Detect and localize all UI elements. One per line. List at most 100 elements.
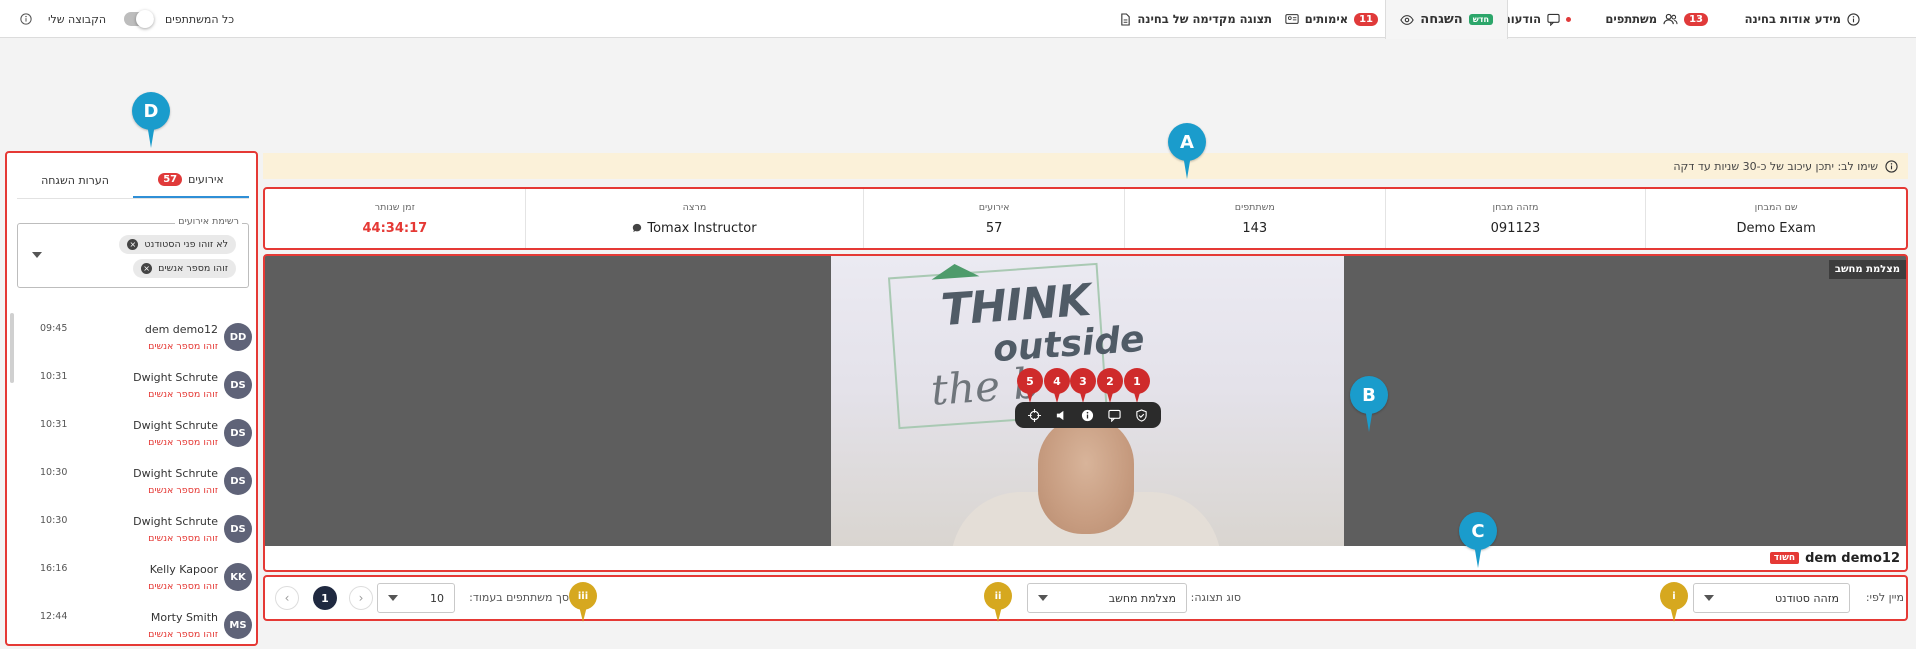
callout-i-tail bbox=[1670, 606, 1678, 622]
sort-by-select[interactable]: מזהה סטודנט bbox=[1693, 583, 1850, 613]
tab-exam-info[interactable]: מידע אודות בחינה bbox=[1745, 0, 1860, 38]
tab-verifications-label: אימותים bbox=[1304, 12, 1349, 26]
exam-info-strip: שם המבחן Demo Exam מזהה מבחן 091123 משתת… bbox=[263, 187, 1908, 250]
chat-icon bbox=[1547, 13, 1560, 26]
event-participant-name: Morty Smith bbox=[150, 611, 218, 624]
shield-check-icon[interactable] bbox=[1132, 405, 1152, 425]
event-participant-name: Kelly Kapoor bbox=[149, 563, 218, 576]
callout-c: C bbox=[1459, 512, 1497, 568]
event-time: 10:30 bbox=[40, 467, 68, 478]
pin-3: 3 bbox=[1070, 368, 1096, 404]
event-type: זוהו מספר אנשים bbox=[148, 389, 218, 400]
speaker-icon[interactable] bbox=[1051, 405, 1071, 425]
current-page-button[interactable]: 1 bbox=[313, 586, 337, 610]
event-item[interactable]: DS Dwight Schrute זוהו מספר אנשים 10:30 bbox=[7, 463, 256, 511]
tab-messages[interactable]: הודעות bbox=[1503, 0, 1571, 38]
events-label: אירועים bbox=[978, 201, 1010, 213]
tab-participants[interactable]: משתתפים 13 bbox=[1605, 0, 1708, 38]
close-icon[interactable]: × bbox=[141, 263, 153, 274]
exam-name-label: שם המבחן bbox=[1754, 201, 1798, 213]
events-value: 57 bbox=[985, 220, 1003, 236]
info-icon bbox=[1847, 12, 1860, 26]
suspicious-badge: חשוד bbox=[1769, 552, 1800, 564]
event-item[interactable]: MS Morty Smith זוהו מספר אנשים 12:44 bbox=[7, 607, 256, 644]
eye-icon bbox=[1400, 14, 1414, 26]
info-icon[interactable] bbox=[1078, 405, 1098, 425]
tab-events[interactable]: אירועים 57 bbox=[133, 163, 249, 198]
filter-chip-face-not-detected: לא זוהו פני הסטודנט × bbox=[119, 235, 236, 254]
toggle-knob bbox=[136, 10, 154, 28]
event-participant-name: dem demo12 bbox=[144, 323, 218, 336]
pin-1-tail bbox=[1133, 389, 1141, 403]
prev-page-button[interactable]: ‹ bbox=[275, 586, 299, 610]
chevron-down-icon bbox=[1704, 595, 1714, 601]
exam-id-label: מזהה מבחן bbox=[1492, 201, 1539, 213]
callout-iii: iii bbox=[569, 582, 597, 622]
event-item[interactable]: KK Kelly Kapoor זוהו מספר אנשים 16:16 bbox=[7, 559, 256, 607]
callout-i: i bbox=[1660, 582, 1688, 622]
callout-c-tail bbox=[1474, 544, 1482, 568]
pin-2-tail bbox=[1106, 389, 1114, 403]
tab-verifications[interactable]: אימותים 11 bbox=[1285, 0, 1378, 38]
participants-value: 143 bbox=[1242, 220, 1268, 236]
pin-4: 4 bbox=[1044, 368, 1070, 404]
time-left-label: זמן שנותר bbox=[374, 201, 415, 213]
message-icon[interactable] bbox=[1105, 405, 1125, 425]
close-icon[interactable]: × bbox=[127, 239, 139, 250]
message-icon[interactable] bbox=[632, 223, 642, 233]
chevron-down-icon[interactable] bbox=[32, 252, 42, 258]
per-page-select[interactable]: 10 bbox=[377, 583, 455, 613]
tab-proctoring[interactable]: השגחה חדש bbox=[1385, 0, 1508, 39]
event-filter-legend: רשימת אירועים bbox=[175, 216, 242, 227]
event-time: 09:45 bbox=[40, 323, 68, 334]
next-page-button[interactable]: › bbox=[349, 586, 373, 610]
event-participant-name: Dwight Schrute bbox=[133, 467, 218, 480]
event-time: 12:44 bbox=[40, 611, 68, 622]
instructor-value: Tomax Instructor bbox=[632, 221, 757, 236]
event-item[interactable]: DD dem demo12 זוהו מספר אנשים 09:45 bbox=[7, 319, 256, 367]
pin-1: 1 bbox=[1124, 368, 1150, 404]
event-item[interactable]: DS Dwight Schrute זוהו מספר אנשים 10:31 bbox=[7, 415, 256, 463]
group-info-button[interactable] bbox=[20, 0, 32, 38]
callout-d: D bbox=[132, 92, 170, 148]
chip-label: זוהו מספר אנשים bbox=[158, 263, 228, 274]
event-item[interactable]: DS Dwight Schrute זוהו מספר אנשים 10:30 bbox=[7, 511, 256, 559]
tab-proctoring-notes[interactable]: הערות השגחה bbox=[17, 163, 133, 198]
event-participant-name: Dwight Schrute bbox=[133, 515, 218, 528]
event-type: זוהו מספר אנשים bbox=[148, 341, 218, 352]
id-card-icon bbox=[1285, 13, 1299, 25]
callout-b: B bbox=[1350, 376, 1388, 432]
participant-name-bar: dem demo12 חשוד bbox=[265, 546, 1906, 570]
person-head-shape bbox=[1038, 416, 1134, 534]
view-type-select[interactable]: מצלמת מחשב bbox=[1027, 583, 1187, 613]
unread-dot bbox=[1566, 16, 1571, 22]
event-type: זוהו מספר אנשים bbox=[148, 485, 218, 496]
tab-participants-label: משתתפים bbox=[1605, 12, 1658, 26]
info-events: אירועים 57 bbox=[863, 189, 1124, 248]
target-icon[interactable] bbox=[1024, 405, 1044, 425]
group-toggle[interactable] bbox=[124, 10, 154, 28]
pin-5: 5 bbox=[1017, 368, 1043, 404]
event-type: זוהו מספר אנשים bbox=[148, 581, 218, 592]
banner-text: שימו לב: יתכן עיכוב של כ-30 שניות עד דקה bbox=[1673, 159, 1878, 173]
tab-exam-preview-label: תצוגה מקדימה של בחינה bbox=[1137, 12, 1272, 26]
exam-name-value: Demo Exam bbox=[1736, 220, 1816, 236]
all-participants-label: כל המשתתפים bbox=[165, 0, 234, 38]
new-badge: חדש bbox=[1468, 14, 1493, 25]
sort-by-label: מיין לפי: bbox=[1865, 591, 1904, 604]
callout-d-tail bbox=[147, 124, 155, 148]
avatar: MS bbox=[224, 611, 252, 639]
event-item[interactable]: DS Dwight Schrute זוהו מספר אנשים 10:31 bbox=[7, 367, 256, 415]
event-filter[interactable]: רשימת אירועים לא זוהו פני הסטודנט × זוהו… bbox=[17, 216, 249, 288]
view-type-label: סוג תצוגה: bbox=[1190, 591, 1241, 604]
tab-notes-label: הערות השגחה bbox=[41, 174, 109, 187]
chip-label: לא זוהו פני הסטודנט bbox=[144, 239, 228, 250]
events-panel: אירועים 57 הערות השגחה רשימת אירועים לא … bbox=[5, 151, 258, 646]
avatar: DS bbox=[224, 467, 252, 495]
event-time: 10:31 bbox=[40, 371, 68, 382]
tab-exam-preview[interactable]: תצוגה מקדימה של בחינה bbox=[1120, 0, 1272, 38]
video-grid: מצלמת מחשב THINK outside the b 5 4 3 2 1… bbox=[263, 254, 1908, 572]
callout-a-tail bbox=[1183, 155, 1191, 179]
file-icon bbox=[1120, 12, 1131, 26]
pin-2: 2 bbox=[1097, 368, 1123, 404]
